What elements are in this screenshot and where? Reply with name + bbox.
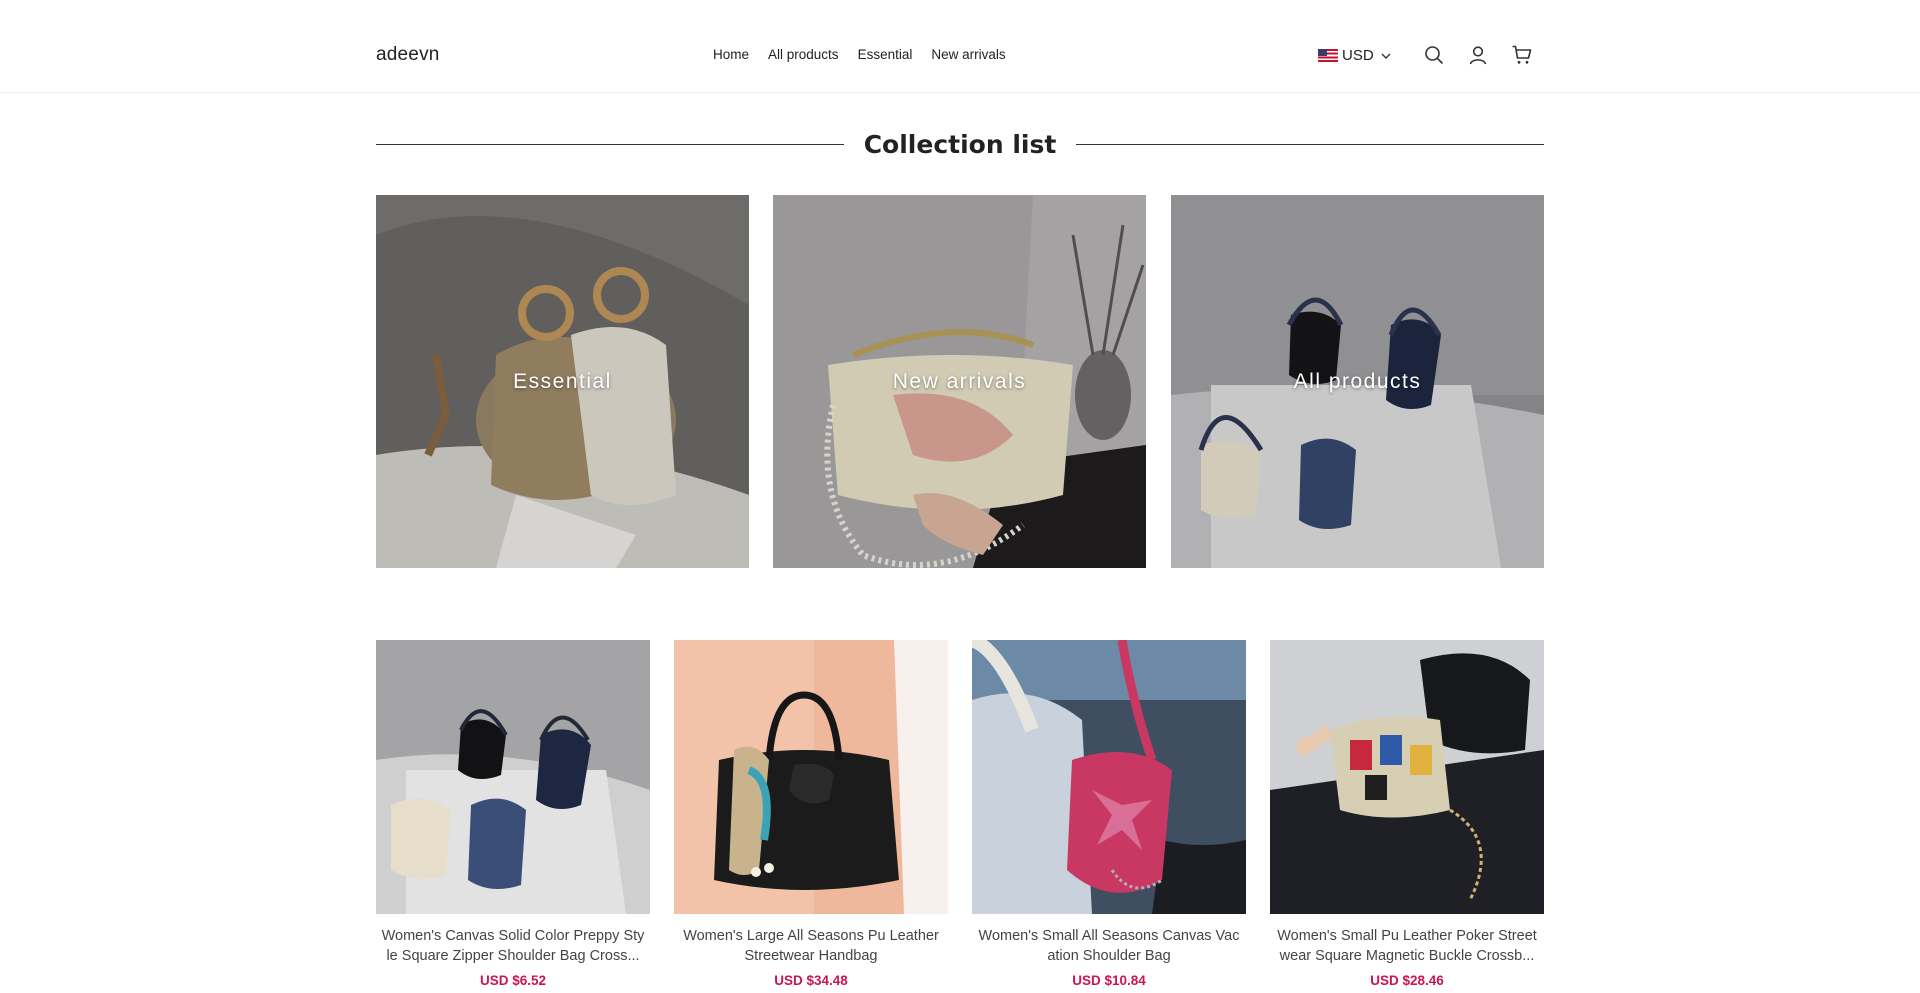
site-header: adeevn Home All products Essential New a… bbox=[0, 0, 1920, 93]
currency-selector[interactable]: USD bbox=[1318, 47, 1392, 64]
product-card[interactable]: Women's Small Pu Leather Poker Streetwea… bbox=[1270, 640, 1544, 988]
heading-divider-right bbox=[1076, 143, 1545, 145]
collection-card-all-products[interactable]: All products bbox=[1171, 195, 1544, 568]
currency-label: USD bbox=[1342, 47, 1374, 64]
product-title[interactable]: Women's Small All Seasons Canvas Vacatio… bbox=[972, 926, 1246, 966]
product-card[interactable]: Women's Large All Seasons Pu Leather Str… bbox=[674, 640, 948, 988]
product-card[interactable]: Women's Small All Seasons Canvas Vacatio… bbox=[972, 640, 1246, 988]
product-image[interactable] bbox=[972, 640, 1246, 914]
collection-label-new-arrivals: New arrivals bbox=[892, 369, 1027, 393]
collection-card-essential[interactable]: Essential bbox=[376, 195, 749, 568]
product-price: USD $34.48 bbox=[774, 973, 848, 988]
collection-card-new-arrivals[interactable]: New arrivals bbox=[773, 195, 1146, 568]
product-photo-canvas-bags bbox=[376, 640, 650, 914]
nav-essential[interactable]: Essential bbox=[858, 47, 913, 62]
product-image[interactable] bbox=[376, 640, 650, 914]
nav-new-arrivals[interactable]: New arrivals bbox=[931, 47, 1005, 62]
product-photo-poker-bag bbox=[1270, 640, 1544, 914]
product-price: USD $10.84 bbox=[1072, 973, 1146, 988]
product-title[interactable]: Women's Small Pu Leather Poker Streetwea… bbox=[1270, 926, 1544, 966]
chevron-down-icon bbox=[1381, 53, 1391, 59]
product-photo-pink-shoulder-bag bbox=[972, 640, 1246, 914]
product-image[interactable] bbox=[674, 640, 948, 914]
heading-divider-left bbox=[376, 143, 844, 145]
product-title[interactable]: Women's Large All Seasons Pu Leather Str… bbox=[674, 926, 948, 966]
cart-icon[interactable] bbox=[1511, 44, 1533, 66]
product-photo-black-handbag bbox=[674, 640, 948, 914]
collection-label-essential: Essential bbox=[513, 369, 612, 393]
nav-all-products[interactable]: All products bbox=[768, 47, 839, 62]
collection-title: Collection list bbox=[863, 129, 1057, 159]
store-logo[interactable]: adeevn bbox=[376, 44, 440, 66]
collection-label-all-products: All products bbox=[1293, 369, 1422, 393]
search-icon[interactable] bbox=[1423, 44, 1445, 66]
product-price: USD $6.52 bbox=[479, 973, 547, 988]
collection-heading: Collection list bbox=[376, 126, 1545, 162]
product-price: USD $28.46 bbox=[1370, 973, 1444, 988]
account-icon[interactable] bbox=[1467, 44, 1489, 66]
product-image[interactable] bbox=[1270, 640, 1544, 914]
product-card[interactable]: Women's Canvas Solid Color Preppy Style … bbox=[376, 640, 650, 988]
us-flag-icon bbox=[1318, 49, 1338, 62]
nav-home[interactable]: Home bbox=[713, 47, 749, 62]
main-nav: Home All products Essential New arrivals bbox=[713, 47, 1025, 62]
product-title[interactable]: Women's Canvas Solid Color Preppy Style … bbox=[376, 926, 650, 966]
